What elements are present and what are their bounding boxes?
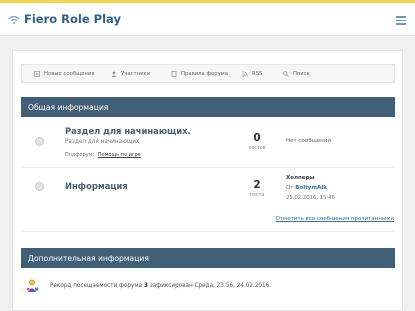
forum-row-beginners: Раздел для начинающих. Раздел для начина… [21, 118, 395, 168]
forum-title-link[interactable]: Информация [65, 181, 128, 191]
user-stats-icon [27, 279, 39, 292]
members-icon [111, 71, 117, 77]
last-post-title-link[interactable]: Хелперы [286, 175, 314, 181]
forum-navbar: Новые сообщения Участники Правила форума… [21, 64, 395, 83]
forum-row-information: Информация 2 поста Хелперы От BoltymAlk … [21, 169, 395, 211]
posts-count: 0 [253, 132, 261, 144]
posts-label: постов [248, 146, 266, 151]
nav-members-label: Участники [121, 70, 151, 77]
posts-count: 2 [253, 179, 261, 191]
nav-rss[interactable]: RSS [242, 71, 262, 77]
subforum-link-help[interactable]: Помощь по игре [98, 152, 141, 158]
divider [21, 231, 395, 232]
forum-status-icon [35, 182, 44, 191]
hamburger-menu-icon[interactable] [396, 16, 406, 25]
new-posts-icon [34, 70, 40, 77]
nav-rss-label: RSS [252, 70, 263, 77]
subforums-list: Подфорум: Помощь по игре [65, 152, 141, 158]
main-container: Новые сообщения Участники Правила форума… [12, 50, 403, 311]
last-post-by: От BoltymAlk [286, 185, 327, 191]
wifi-logo-icon [8, 15, 20, 25]
forum-description: Раздел для начинающих. [65, 139, 142, 145]
nav-members[interactable]: Участники [111, 71, 150, 77]
mark-all-read-link[interactable]: Отметить все сообщения прочитанными [276, 216, 394, 222]
category-header-general[interactable]: Общая информация [21, 97, 395, 117]
nav-new-posts-label: Новые сообщения [44, 70, 95, 77]
category-header-additional[interactable]: Дополнительная информация [21, 248, 395, 268]
rss-icon [242, 70, 248, 77]
search-icon [283, 70, 289, 77]
category-title: Дополнительная информация [28, 253, 149, 263]
stats-suffix: зафиксирован Среда, 23:56, 24.02.2016. [149, 283, 272, 289]
last-post-author-link[interactable]: BoltymAlk [295, 185, 327, 191]
site-title[interactable]: Fiero Role Play [24, 12, 121, 26]
posts-label: поста [249, 193, 265, 198]
nav-new-posts[interactable]: Новые сообщения [34, 71, 94, 77]
forum-status-icon [35, 137, 44, 146]
subforums-label: Подфорум: [65, 152, 95, 158]
nav-search[interactable]: Поиск [283, 71, 310, 77]
nav-rules[interactable]: Правила форума [171, 70, 228, 77]
record-attendance-text: Рекорд посещаемости форума 3 зафиксирова… [50, 283, 271, 289]
stats-prefix: Рекорд посещаемости форума [50, 283, 143, 289]
last-post-by-label: От [286, 185, 294, 191]
nav-rules-label: Правила форума [181, 70, 228, 77]
stats-count: 3 [143, 283, 148, 289]
last-post-date: 25.02.2016, 15:46 [286, 195, 335, 201]
nav-search-label: Поиск [293, 70, 310, 77]
category-title: Общая информация [28, 102, 109, 112]
rules-icon [171, 70, 177, 77]
site-header: Fiero Role Play [0, 3, 415, 36]
forum-title-link[interactable]: Раздел для начинающих. [65, 126, 191, 136]
last-post-empty: Нет сообщений [286, 138, 331, 144]
